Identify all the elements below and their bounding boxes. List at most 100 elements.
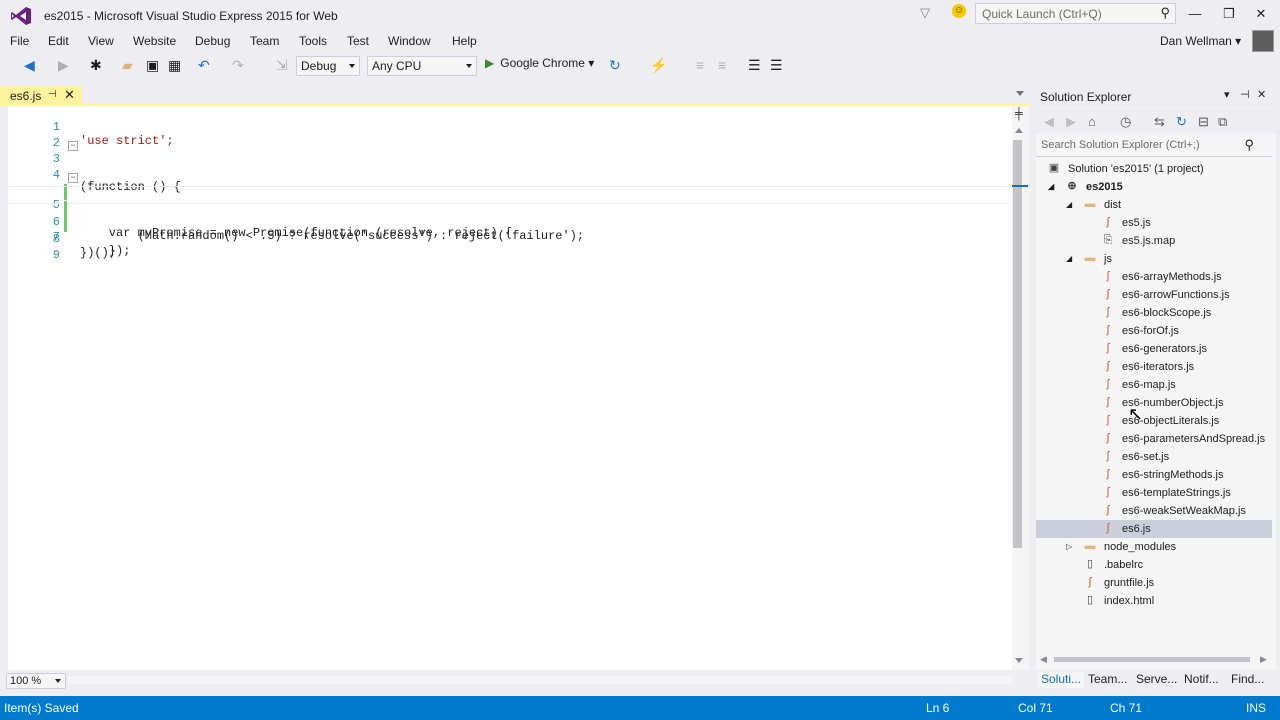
panel-options-icon[interactable]: ▾ bbox=[1224, 88, 1230, 101]
scroll-thumb[interactable] bbox=[1013, 140, 1022, 548]
tree-item[interactable]: ʃ gruntfile.js bbox=[1036, 574, 1272, 592]
menu-debug[interactable]: Debug bbox=[195, 34, 230, 48]
refresh-browser-icon[interactable]: ↻ bbox=[609, 57, 621, 74]
avatar[interactable] bbox=[1252, 30, 1274, 52]
tree-item[interactable]: ʃ es6-forOf.js bbox=[1036, 322, 1272, 340]
tree-item[interactable]: ◢ ⊕ es2015 bbox=[1036, 178, 1272, 196]
comment-icon[interactable]: ≡ bbox=[696, 57, 704, 73]
tree-item[interactable]: ʃ es6-templateStrings.js bbox=[1036, 484, 1272, 502]
menu-tools[interactable]: Tools bbox=[299, 34, 327, 48]
configuration-dropdown[interactable]: Debug bbox=[296, 56, 360, 76]
zoom-dropdown[interactable]: 100 % bbox=[6, 673, 66, 689]
signed-in-user[interactable]: Dan Wellman ▾ bbox=[1160, 34, 1241, 48]
tree-item[interactable]: ʃ es6-iterators.js bbox=[1036, 358, 1272, 376]
save-all-icon[interactable]: ▦ bbox=[168, 57, 181, 74]
tree-item[interactable]: ʃ es6-parametersAndSpread.js bbox=[1036, 430, 1272, 448]
refresh-icon[interactable]: ↻ bbox=[1176, 114, 1187, 130]
tab-find-results[interactable]: Find... bbox=[1231, 672, 1264, 688]
menu-view[interactable]: View bbox=[88, 34, 114, 48]
tab-server-explorer[interactable]: Serve... bbox=[1136, 672, 1177, 688]
save-icon[interactable]: ▣ bbox=[146, 57, 159, 74]
tree-item[interactable]: ʃ es6-blockScope.js bbox=[1036, 304, 1272, 322]
scroll-down-icon[interactable] bbox=[1015, 658, 1023, 663]
tab-team-explorer[interactable]: Team... bbox=[1088, 672, 1127, 688]
editor-horizontal-scrollbar[interactable] bbox=[68, 676, 1012, 684]
sync-with-document-icon[interactable]: ⇆ bbox=[1154, 114, 1165, 130]
step-icon[interactable]: ⇲ bbox=[276, 57, 288, 74]
open-file-icon[interactable]: ▰ bbox=[122, 57, 133, 74]
navigate-forward-icon[interactable]: ▶ bbox=[58, 57, 69, 74]
scroll-left-icon[interactable]: ◀ bbox=[1040, 654, 1047, 665]
close-icon[interactable]: ✕ bbox=[1257, 88, 1266, 101]
tree-item[interactable]: ʃ es6-arrayMethods.js bbox=[1036, 268, 1272, 286]
tree-item[interactable]: ʃ es5.js bbox=[1036, 214, 1272, 232]
tree-item-selected[interactable]: ʃ es6.js bbox=[1036, 520, 1272, 538]
tree-item[interactable]: ▷ ▬ node_modules bbox=[1036, 538, 1272, 556]
tree-item[interactable]: ʃ es6-map.js bbox=[1036, 376, 1272, 394]
tree-item[interactable]: ʃ es6-generators.js bbox=[1036, 340, 1272, 358]
expanded-arrow-icon[interactable]: ◢ bbox=[1066, 200, 1072, 209]
solution-explorer-horizontal-scrollbar[interactable]: ◀ ▶ bbox=[1040, 654, 1270, 664]
scroll-thumb[interactable] bbox=[1054, 657, 1250, 662]
minimize-button[interactable]: — bbox=[1184, 6, 1206, 24]
tree-item[interactable]: ▣ Solution 'es2015' (1 project) bbox=[1036, 160, 1272, 178]
navigate-back-icon[interactable]: ◀ bbox=[24, 57, 35, 74]
expanded-arrow-icon[interactable]: ◢ bbox=[1066, 254, 1072, 263]
restore-button[interactable]: ❐ bbox=[1218, 6, 1240, 24]
tree-item[interactable]: ʃ es6-numberObject.js bbox=[1036, 394, 1272, 412]
chevron-down-icon[interactable] bbox=[1016, 91, 1024, 96]
close-icon[interactable]: ✕ bbox=[64, 87, 75, 103]
scroll-right-icon[interactable]: ▶ bbox=[1260, 654, 1267, 665]
scroll-up-icon[interactable] bbox=[1015, 128, 1023, 133]
split-window-icon[interactable]: ╪ bbox=[1015, 108, 1023, 120]
menu-file[interactable]: File bbox=[10, 34, 29, 48]
platform-dropdown[interactable]: Any CPU bbox=[367, 56, 477, 76]
tree-item[interactable]: ◢ ▬ js bbox=[1036, 250, 1272, 268]
undo-icon[interactable]: ↶ bbox=[198, 57, 210, 74]
pending-changes-filter-icon[interactable]: ◷ bbox=[1120, 114, 1131, 130]
menu-test[interactable]: Test bbox=[347, 34, 369, 48]
editor-tab[interactable]: es6.js ⊣ ✕ bbox=[0, 86, 82, 104]
menu-team[interactable]: Team bbox=[250, 34, 279, 48]
menu-help[interactable]: Help bbox=[452, 34, 477, 48]
tree-item[interactable]: ʃ es6-weakSetWeakMap.js bbox=[1036, 502, 1272, 520]
feedback-smiley-icon[interactable]: ☺ bbox=[952, 4, 966, 18]
indent-icon[interactable]: ☰ bbox=[748, 57, 761, 74]
tab-notifications[interactable]: Notif... bbox=[1184, 672, 1219, 688]
solution-explorer-search-input[interactable]: Search Solution Explorer (Ctrl+;) ⚲ bbox=[1036, 136, 1272, 157]
uncomment-icon[interactable]: ≡ bbox=[718, 57, 726, 73]
show-all-files-icon[interactable]: ⧉ bbox=[1218, 114, 1227, 130]
run-browser-button[interactable]: ▶ Google Chrome ▾ bbox=[485, 56, 594, 70]
menu-edit[interactable]: Edit bbox=[48, 34, 69, 48]
code-line: 9 bbox=[8, 234, 1008, 262]
tree-item[interactable]: ʃ es6-arrowFunctions.js bbox=[1036, 286, 1272, 304]
new-project-icon[interactable]: ✱ bbox=[90, 57, 102, 74]
tree-item[interactable]: ▯ .babelrc bbox=[1036, 556, 1272, 574]
forward-icon[interactable]: ▶ bbox=[1066, 114, 1076, 130]
outdent-icon[interactable]: ☰ bbox=[770, 57, 783, 74]
menu-window[interactable]: Window bbox=[388, 34, 431, 48]
code-editor[interactable]: 1 'use strict'; 2 3 − (function () { 4 5… bbox=[8, 106, 1012, 670]
expanded-arrow-icon[interactable]: ◢ bbox=[1048, 182, 1054, 191]
pin-icon[interactable]: ⊣ bbox=[48, 89, 57, 100]
feedback-filter-icon[interactable]: ▽ bbox=[920, 5, 930, 21]
back-icon[interactable]: ◀ bbox=[1044, 114, 1054, 130]
tree-item[interactable]: ʃ es6-objectLiterals.js bbox=[1036, 412, 1272, 430]
tree-item[interactable]: ▯ index.html bbox=[1036, 592, 1272, 610]
pin-icon[interactable]: ⊣ bbox=[1240, 88, 1250, 101]
home-icon[interactable]: ⌂ bbox=[1088, 114, 1096, 129]
tree-item[interactable]: ʃ es6-set.js bbox=[1036, 448, 1272, 466]
quick-launch-input[interactable]: Quick Launch (Ctrl+Q) ⚲ bbox=[975, 3, 1176, 24]
redo-icon[interactable]: ↷ bbox=[232, 57, 244, 74]
collapse-region-icon[interactable]: − bbox=[68, 141, 78, 151]
browser-link-icon[interactable]: ⚡ bbox=[650, 57, 667, 74]
tree-item[interactable]: ◢ ▬ dist bbox=[1036, 196, 1272, 214]
tree-item[interactable]: ʃ es6-stringMethods.js bbox=[1036, 466, 1272, 484]
tab-solution-explorer[interactable]: Soluti... bbox=[1038, 672, 1085, 688]
close-window-button[interactable]: ✕ bbox=[1250, 6, 1272, 24]
collapse-region-icon[interactable]: − bbox=[68, 173, 78, 183]
collapsed-arrow-icon[interactable]: ▷ bbox=[1066, 542, 1072, 551]
collapse-all-icon[interactable]: ⊟ bbox=[1198, 114, 1209, 130]
menu-website[interactable]: Website bbox=[133, 34, 176, 48]
tree-item[interactable]: ⎘ es5.js.map bbox=[1036, 232, 1272, 250]
